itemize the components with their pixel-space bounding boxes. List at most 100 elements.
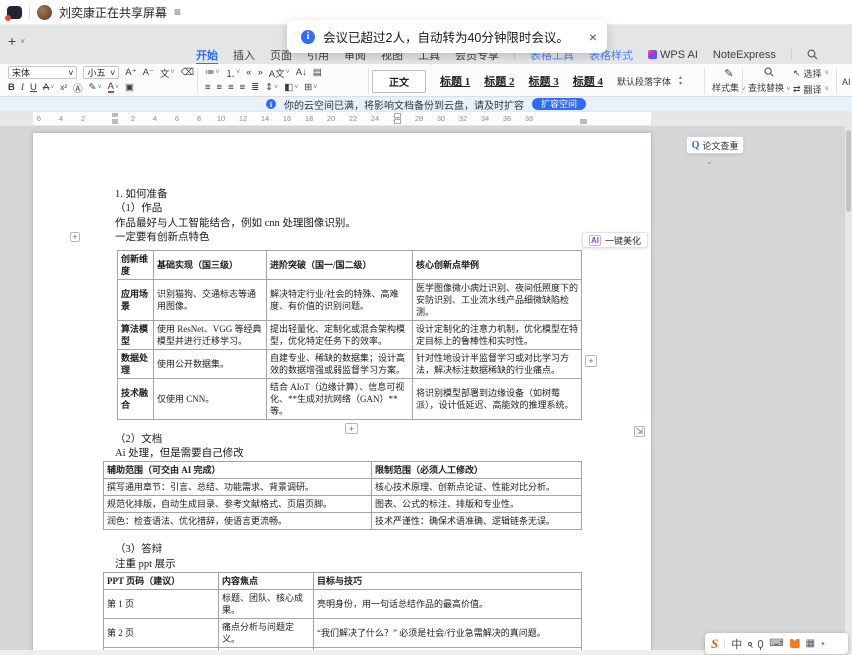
right-indent-marker[interactable] <box>580 119 587 124</box>
ruler-drag-marker[interactable] <box>394 113 401 118</box>
ime-cursor-icon[interactable] <box>748 642 752 646</box>
table-cell[interactable]: 提出轻量化、定制化或混合架构模型，优化特定任务下的效率。 <box>267 320 413 349</box>
table-cell[interactable]: 技术融合 <box>118 378 154 419</box>
char-shading-button[interactable]: ▣ <box>125 82 134 93</box>
vertical-scrollbar[interactable] <box>845 126 852 655</box>
align-right-button[interactable]: ≡ <box>228 82 234 93</box>
bold-button[interactable]: B <box>8 82 15 93</box>
table-resize-handle[interactable]: ⇲ <box>634 426 645 437</box>
table-cell[interactable]: 算法模型 <box>118 320 154 349</box>
table-cell[interactable]: 润色：检查语法、优化措辞，使语言更流畅。 <box>104 513 372 530</box>
table-cell[interactable]: 解决特定行业/社会的特殊、高难度、有价值的识别问题。 <box>267 279 413 320</box>
table-move-handle[interactable]: + <box>70 232 80 242</box>
table-header-cell[interactable]: 内容焦点 <box>219 573 314 590</box>
paragraph[interactable]: 一定要有创新点特色 <box>115 231 593 245</box>
table-cell[interactable]: 撰写通用章节：引言、总结、功能需求、背景调研。 <box>104 479 372 496</box>
font-size-select[interactable]: 小五˅ <box>83 66 119 79</box>
decrease-font-button[interactable]: A⁻ <box>143 67 154 78</box>
table-cell[interactable]: 识别猫狗、交通标志等通用图像。 <box>154 279 267 320</box>
pinyin-guide-button[interactable]: Ⓐ <box>73 81 83 95</box>
underline-button[interactable]: U <box>30 82 37 93</box>
table-cell[interactable]: 结合 AIoT（边缘计算）、信息可视化、**生成对抗网络（GAN）** 等。 <box>267 378 413 419</box>
table-cell[interactable]: 第 1 页 <box>104 590 219 619</box>
translate-button[interactable]: ⇄翻译˅ <box>793 83 829 96</box>
bullet-list-button[interactable]: ≔˅ <box>205 67 220 78</box>
table-cell[interactable]: 医学图像微小病灶识别、夜间低照度下的安防识别、工业流水线产品细微缺陷检测。 <box>413 279 582 320</box>
chevron-down-icon[interactable]: ⌄ <box>706 157 713 166</box>
table-cell[interactable]: 痛点分析与问题定义。 <box>219 619 314 648</box>
select-button[interactable]: ↖选择˅ <box>793 67 829 80</box>
paragraph[interactable]: Ai 处理，但是需要自己修改 <box>115 447 593 461</box>
table-cell[interactable]: 标题、团队、核心成果。 <box>219 590 314 619</box>
table-cell[interactable]: 图表、公式的标注、排版和专业性。 <box>372 496 582 513</box>
numbered-list-button[interactable]: ⒈˅ <box>226 66 241 80</box>
font-color-button[interactable]: A˅ <box>108 82 119 93</box>
table-cell[interactable]: “我们解决了什么？” 必须是社会/行业急需解决的真问题。 <box>314 619 582 648</box>
clear-format-button[interactable]: ⌫ <box>181 67 194 78</box>
ime-caret-icon[interactable]: ▾ <box>821 640 825 648</box>
insert-column-button[interactable]: + <box>585 355 597 367</box>
style-body[interactable]: 正文 <box>372 70 426 93</box>
table-cell[interactable]: 核心技术原理、创新点论证、性能对比分析。 <box>372 479 582 496</box>
new-document-tab-button[interactable]: + ˅ <box>8 33 25 49</box>
increase-indent-button[interactable]: » <box>258 67 263 78</box>
style-default-font[interactable]: 默认段落字体 <box>617 75 671 88</box>
expand-space-button[interactable]: 扩容空间 <box>532 98 586 110</box>
toolbox-grid-icon[interactable]: ▦ <box>806 638 815 649</box>
table-header-cell[interactable]: 基础实现（国三级） <box>154 250 267 279</box>
sogou-logo-icon[interactable]: S <box>711 636 718 652</box>
find-replace-button[interactable]: 查找替换 ˅ <box>748 67 791 94</box>
columns-button[interactable]: ▤ <box>313 67 322 78</box>
font-name-select[interactable]: 宋体˅ <box>8 66 77 79</box>
table-cell[interactable]: 自建专业、稀缺的数据集；设计高效的数据增强或弱监督学习方案。 <box>267 349 413 378</box>
text-direction-button[interactable]: A文˅ <box>269 66 290 80</box>
table-header-cell[interactable]: 辅助范围（可交由 AI 完成） <box>104 462 372 479</box>
first-line-indent-marker[interactable] <box>112 113 118 117</box>
table-header-cell[interactable]: PPT 页码（建议） <box>104 573 219 590</box>
table-cell[interactable]: 规范化排版，自动生成目录、参考文献格式、页眉页脚。 <box>104 496 372 513</box>
strikethrough-button[interactable]: A˅ <box>43 82 54 93</box>
table-header-cell[interactable]: 核心创新点举例 <box>413 250 582 279</box>
paper-check-button[interactable]: Q 论文查重 <box>686 136 744 154</box>
style-heading-2[interactable]: 标题 2 <box>484 73 514 89</box>
line-spacing-button[interactable]: ⇕˅ <box>265 82 278 93</box>
table-cell[interactable]: 设计定制化的注意力机制，优化模型在特定目标上的鲁棒性和实时性。 <box>413 320 582 349</box>
styleset-button[interactable]: ✎ 样式集 ˅ <box>712 67 746 94</box>
document-content[interactable]: 1. 如何准备 （1）作品 作品最好与人工智能结合，例如 cnn 处理图像识别。… <box>115 188 593 655</box>
hanging-indent-marker[interactable] <box>112 119 118 124</box>
gallery-scroll-buttons[interactable]: ▴▾ <box>679 75 682 87</box>
ime-mode-toggle[interactable]: 中 <box>731 636 742 652</box>
table-header-cell[interactable]: 创新维度 <box>118 250 154 279</box>
style-heading-1[interactable]: 标题 1 <box>440 73 470 89</box>
ai-beautify-button[interactable]: AI 一键美化 <box>582 232 648 248</box>
tab-home[interactable]: 开始 <box>196 47 218 63</box>
table-header-cell[interactable]: 进阶突破（国一/国二级） <box>267 250 413 279</box>
table-cell[interactable]: 仅使用 CNN。 <box>154 378 267 419</box>
ai-scope-table[interactable]: 辅助范围（可交由 AI 完成） 限制范围（必须人工修改） 撰写通用章节：引言、总… <box>103 461 582 530</box>
align-center-button[interactable]: ≡ <box>217 82 223 93</box>
section-title[interactable]: （2）文档 <box>115 433 593 447</box>
paragraph[interactable]: 注重 ppt 展示 <box>115 558 593 572</box>
table-header-cell[interactable]: 限制范围（必须人工修改） <box>372 462 582 479</box>
text-effects-button[interactable]: 文˅ <box>160 66 175 80</box>
table-cell[interactable]: 数据处理 <box>118 349 154 378</box>
ppt-table[interactable]: PPT 页码（建议） 内容焦点 目标与技巧 第 1 页 标题、团队、核心成果。 … <box>103 572 582 655</box>
highlight-button[interactable]: ✎˅ <box>89 82 102 93</box>
style-heading-4[interactable]: 标题 4 <box>573 73 603 89</box>
table-cell[interactable]: 第 2 页 <box>104 619 219 648</box>
tab-insert[interactable]: 插入 <box>233 47 255 63</box>
borders-button[interactable]: ⊞˅ <box>304 82 317 93</box>
tab-wps-ai[interactable]: WPS AI <box>648 49 698 61</box>
paragraph[interactable]: 1. 如何准备 <box>115 188 593 202</box>
table-cell[interactable]: 将识别模型部署到边缘设备（如树莓派），设计低延迟、高能效的推理系统。 <box>413 378 582 419</box>
shading-button[interactable]: ◧˅ <box>284 82 298 93</box>
tab-noteexpress[interactable]: NoteExpress <box>713 49 776 61</box>
section-title[interactable]: （3）答辩 <box>115 543 593 557</box>
table-cell[interactable]: 应用场景 <box>118 279 154 320</box>
italic-button[interactable]: I <box>21 83 24 93</box>
decrease-indent-button[interactable]: « <box>246 67 251 78</box>
table-cell[interactable]: 使用 ResNet、VGG 等经典模型并进行迁移学习。 <box>154 320 267 349</box>
table-cell[interactable]: 针对性地设计半监督学习或对比学习方法，解决标注数据稀缺的行业痛点。 <box>413 349 582 378</box>
distribute-button[interactable]: ≣ <box>251 82 259 93</box>
toast-close-icon[interactable]: × <box>589 29 597 45</box>
